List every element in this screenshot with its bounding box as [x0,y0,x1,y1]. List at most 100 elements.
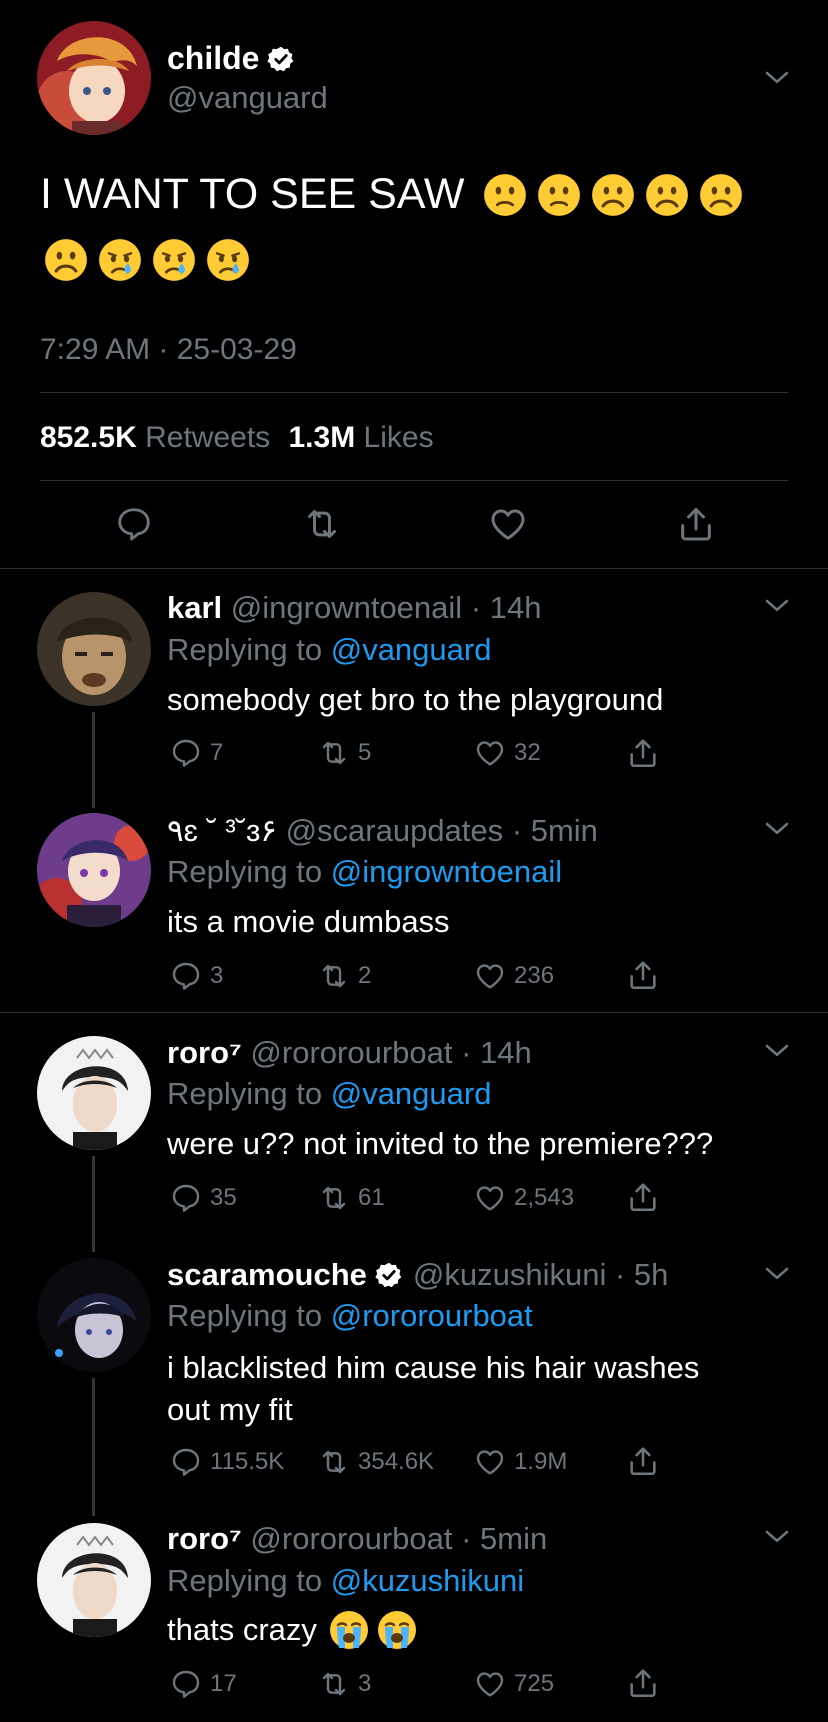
display-name[interactable]: scaramouche [167,1257,367,1293]
retweets-count[interactable]: 852.5K [40,421,137,454]
chevron-down-icon[interactable] [762,814,792,844]
reply-action[interactable]: 115.5K [170,1446,284,1478]
like-icon [474,737,506,769]
like-action[interactable]: 236 [474,960,554,992]
likes-label[interactable]: Likes [364,421,434,454]
handle[interactable]: @vanguard [167,80,328,116]
handle[interactable]: @rororourboat [250,1035,452,1070]
reply-text: its a movie dumbass [167,904,450,939]
verified-badge-icon [267,45,295,73]
retweet-icon[interactable] [302,504,342,544]
share-icon[interactable] [626,958,660,992]
like-icon[interactable] [488,504,528,544]
display-name[interactable]: ٩ɛ ˘ ³˘ɜ۶ [167,813,277,848]
reply-count: 115.5K [210,1448,285,1475]
retweet-icon [318,1182,350,1214]
like-count: 32 [514,739,541,766]
like-action[interactable]: 2,543 [474,1182,574,1214]
replying-to-link[interactable]: @vanguard [331,1076,492,1111]
retweet-icon [318,737,350,769]
chevron-down-icon[interactable] [762,1259,792,1289]
replying-to-link[interactable]: @vanguard [331,632,492,667]
handle[interactable]: @kuzushikuni [413,1257,606,1293]
retweet-action[interactable]: 61 [318,1182,385,1214]
retweet-count: 3 [358,1670,372,1697]
share-icon[interactable] [626,1444,660,1478]
chevron-down-icon[interactable] [762,63,792,93]
avatar[interactable] [37,592,151,706]
avatar[interactable] [37,1523,151,1637]
replying-label: Replying to [167,854,323,889]
tweet-time[interactable]: · 5h [615,1257,668,1293]
share-icon[interactable] [626,736,660,770]
avatar[interactable] [37,813,151,927]
replying-to-link[interactable]: @kuzushikuni [331,1563,524,1598]
display-name[interactable]: roro⁷ [167,1521,242,1556]
likes-count[interactable]: 1.3M [289,421,356,454]
like-count: 1.9M [514,1448,568,1475]
thread-line [92,712,95,808]
replying-to-link[interactable]: @rororourboat [331,1298,533,1333]
reply-icon [170,1446,202,1478]
replying-label: Replying to [167,1298,323,1333]
reply-action[interactable]: 35 [170,1182,237,1214]
divider [40,480,788,481]
tweet-time[interactable]: · 14h [471,590,542,625]
slightly-frowning-face-icon [483,173,527,217]
retweet-action[interactable]: 3 [318,1668,371,1700]
chevron-down-icon[interactable] [762,1036,792,1066]
reply-count: 35 [210,1184,237,1211]
reply-text: i blacklisted him cause his hair washes [167,1350,700,1385]
reply-icon [170,960,202,992]
tweet-time[interactable]: · 5min [461,1521,547,1556]
like-count: 725 [514,1670,555,1697]
frowning-face-icon [44,238,88,282]
retweet-action[interactable]: 2 [318,960,371,992]
retweet-icon [318,1668,350,1700]
slightly-frowning-face-icon [537,173,581,217]
reply-icon[interactable] [115,505,153,543]
reply-action[interactable]: 17 [170,1668,237,1700]
like-action[interactable]: 1.9M [474,1446,567,1478]
reply-action[interactable]: 7 [170,737,223,769]
retweets-label[interactable]: Retweets [145,421,270,454]
retweet-action[interactable]: 5 [318,737,371,769]
like-count: 2,543 [514,1184,575,1211]
frowning-face-icon [699,173,743,217]
retweet-count: 5 [358,739,372,766]
reply-icon [170,737,202,769]
share-icon[interactable] [676,504,716,544]
like-action[interactable]: 32 [474,737,541,769]
display-name[interactable]: roro⁷ [167,1035,242,1070]
display-name[interactable]: karl [167,590,222,625]
replying-to-link[interactable]: @ingrowntoenail [331,854,562,889]
retweet-action[interactable]: 354.6K [318,1446,434,1478]
share-icon[interactable] [626,1180,660,1214]
loudly-crying-face-icon [329,1610,369,1650]
chevron-down-icon[interactable] [762,1522,792,1552]
tweet-time[interactable]: · 5min [512,813,598,848]
display-name[interactable]: childe [167,40,259,77]
handle[interactable]: @ingrowntoenail [231,590,462,625]
tweet-time[interactable]: · 14h [461,1035,532,1070]
tweet-timestamp[interactable]: 7:29 AM · 25-03-29 [40,333,297,367]
like-count: 236 [514,962,555,989]
thread-line [92,1378,95,1516]
reply-text: were u?? not invited to the premiere??? [167,1126,714,1161]
like-icon [474,960,506,992]
reply-count: 7 [210,739,224,766]
like-action[interactable]: 725 [474,1668,554,1700]
share-icon[interactable] [626,1666,660,1700]
avatar[interactable] [37,1258,151,1372]
handle[interactable]: @scaraupdates [286,813,504,848]
reply-text: thats crazy [167,1612,317,1647]
reply-action[interactable]: 3 [170,960,223,992]
divider [0,1012,828,1013]
chevron-down-icon[interactable] [762,591,792,621]
reply-count: 3 [210,962,224,989]
avatar[interactable] [37,21,151,135]
crying-face-icon [206,238,250,282]
like-icon [474,1668,506,1700]
avatar[interactable] [37,1036,151,1150]
handle[interactable]: @rororourboat [250,1521,452,1556]
